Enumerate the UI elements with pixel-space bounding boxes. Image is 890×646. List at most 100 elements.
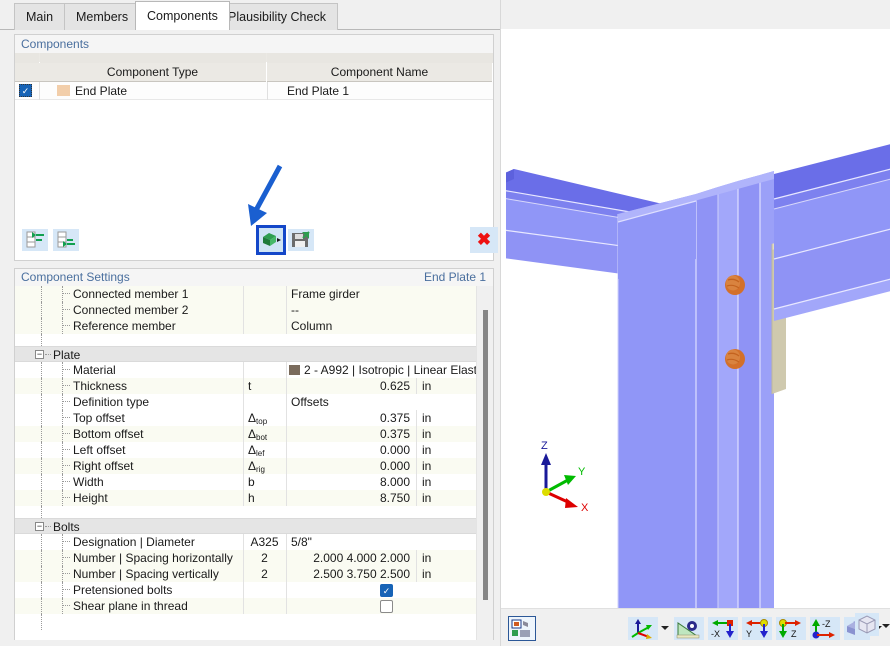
row-label: Top offset — [73, 411, 125, 425]
cell-component-name: End Plate 1 — [287, 84, 350, 98]
tree-row-shear-plane-in-thread[interactable]: Shear plane in thread — [15, 598, 478, 614]
row-value[interactable]: 0.375 — [286, 426, 415, 442]
axis-label-z: Z — [541, 440, 548, 452]
delete-icon[interactable]: ✖ — [470, 227, 498, 253]
component-color-swatch — [57, 85, 70, 96]
tree-row-material[interactable]: Material 2 - A992 | Isotropic | Linear E… — [15, 362, 478, 378]
row-value[interactable]: 5/8" — [286, 534, 312, 550]
export-component-icon[interactable] — [288, 229, 314, 251]
tree-row-top-offset[interactable]: Top offset Δtop 0.375 in — [15, 410, 478, 426]
tree-row-height[interactable]: Height h 8.750 in — [15, 490, 478, 506]
bolt-lower — [725, 349, 745, 369]
tree-row-reference-member[interactable]: Reference member Column — [15, 318, 478, 334]
chevron-down-icon[interactable] — [661, 626, 669, 630]
tab-plausibility-check[interactable]: Plausibility Check — [216, 3, 338, 30]
row-label: Pretensioned bolts — [73, 583, 173, 597]
column-header-component-name[interactable]: Component Name — [267, 63, 493, 82]
tab-components[interactable]: Components — [135, 1, 230, 30]
row-value[interactable]: Offsets — [286, 394, 329, 410]
viewport-toolbar: -X Y Z -Z — [501, 608, 890, 646]
row-unit: in — [422, 379, 432, 393]
coordinate-axes-indicator: Z Y X — [524, 437, 604, 517]
row-label: Number | Spacing horizontally — [73, 551, 233, 565]
scrollbar-thumb[interactable] — [483, 310, 488, 600]
table-row[interactable]: ✓ End Plate End Plate 1 — [15, 82, 493, 100]
row-label: Number | Spacing vertically — [73, 567, 219, 581]
pretensioned-bolts-checkbox[interactable]: ✓ — [380, 584, 393, 597]
collapse-icon[interactable]: − — [35, 350, 44, 359]
tree-row-connected-member-1[interactable]: Connected member 1 Frame girder — [15, 286, 478, 302]
row-label: Thickness — [73, 379, 128, 393]
row-label: Material — [73, 363, 116, 377]
row-value[interactable]: 2.500 3.750 2.500 — [286, 566, 415, 582]
application-window: Main Members Components Plausibility Che… — [0, 0, 890, 646]
tree-row-designation-diameter[interactable]: Designation | Diameter A325 5/8" — [15, 534, 478, 550]
tab-main[interactable]: Main — [14, 3, 66, 30]
tree-row-pretensioned-bolts[interactable]: Pretensioned bolts ✓ — [15, 582, 478, 598]
components-table-topband — [15, 53, 493, 63]
row-unit: in — [422, 443, 432, 457]
components-group-title: Components — [15, 35, 493, 53]
settings-subtitle-label: End Plate 1 — [423, 270, 486, 284]
wireframe-box-icon[interactable] — [855, 613, 879, 636]
tree-spacer — [15, 614, 478, 630]
tree-row-connected-member-2[interactable]: Connected member 2 -- — [15, 302, 478, 318]
left-panel: Main Members Components Plausibility Che… — [0, 0, 500, 646]
3d-model-canvas[interactable]: Z Y X — [506, 29, 890, 609]
row-label: Reference member — [73, 319, 176, 333]
tree-group-plate[interactable]: − Plate — [15, 346, 478, 362]
row-label: Shear plane in thread — [73, 599, 188, 613]
row-value[interactable]: 2.000 4.000 2.000 — [286, 550, 415, 566]
row-value[interactable]: 0.000 — [286, 458, 415, 474]
view-minus-z-icon[interactable]: -Z — [810, 617, 840, 640]
row-checkbox[interactable]: ✓ — [19, 84, 32, 97]
cell-component-type: End Plate — [75, 84, 128, 98]
row-label: Left offset — [73, 443, 126, 457]
chevron-down-icon[interactable] — [882, 624, 890, 628]
move-down-icon[interactable] — [53, 229, 79, 251]
tab-members[interactable]: Members — [64, 3, 141, 30]
settings-tree-scrollbar[interactable] — [476, 286, 493, 640]
row-count[interactable]: 2 — [243, 550, 286, 566]
row-value[interactable]: 0.625 — [286, 378, 415, 394]
import-component-icon[interactable] — [256, 225, 286, 255]
tree-spacer — [15, 334, 478, 350]
tree-spacer — [15, 506, 478, 522]
row-unit: in — [422, 411, 432, 425]
row-count[interactable]: 2 — [243, 566, 286, 582]
row-value[interactable]: 0.000 — [286, 442, 415, 458]
move-up-icon[interactable] — [22, 229, 48, 251]
svg-text:Y: Y — [746, 629, 752, 639]
row-value[interactable]: 8.000 — [286, 474, 415, 490]
row-label: Right offset — [73, 459, 134, 473]
shear-plane-in-thread-checkbox[interactable] — [380, 600, 393, 613]
tree-group-bolts[interactable]: − Bolts — [15, 518, 478, 534]
row-value: 2 - A992 | Isotropic | Linear Elastic — [304, 363, 478, 377]
tree-row-spacing-horizontally[interactable]: Number | Spacing horizontally 2 2.000 4.… — [15, 550, 478, 566]
view-z-icon[interactable]: Z — [776, 617, 806, 640]
view-y-icon[interactable]: Y — [742, 617, 772, 640]
row-unit: in — [422, 491, 432, 505]
tree-row-bottom-offset[interactable]: Bottom offset Δbot 0.375 in — [15, 426, 478, 442]
row-label: Width — [73, 475, 104, 489]
measure-icon[interactable] — [674, 617, 704, 640]
tree-row-right-offset[interactable]: Right offset Δrig 0.000 in — [15, 458, 478, 474]
tree-row-width[interactable]: Width b 8.000 in — [15, 474, 478, 490]
row-value[interactable]: 0.375 — [286, 410, 415, 426]
tree-row-left-offset[interactable]: Left offset Δlef 0.000 in — [15, 442, 478, 458]
row-label: Connected member 1 — [73, 287, 189, 301]
column-header-component-type[interactable]: Component Type — [39, 63, 267, 82]
coordinate-system-icon[interactable] — [628, 617, 658, 640]
row-count[interactable]: A325 — [243, 534, 286, 550]
collapse-icon[interactable]: − — [35, 522, 44, 531]
svg-text:Z: Z — [791, 629, 797, 639]
settings-tree[interactable]: Connected member 1 Frame girder Connecte… — [15, 286, 478, 640]
render-mode-icon[interactable] — [508, 616, 536, 641]
tree-row-spacing-vertically[interactable]: Number | Spacing vertically 2 2.500 3.75… — [15, 566, 478, 582]
tree-row-definition-type[interactable]: Definition type Offsets — [15, 394, 478, 410]
axis-label-x: X — [581, 502, 589, 514]
view-minus-x-icon[interactable]: -X — [708, 617, 738, 640]
tree-row-thickness[interactable]: Thickness t 0.625 in — [15, 378, 478, 394]
row-value[interactable]: 8.750 — [286, 490, 415, 506]
settings-title-label: Component Settings — [21, 270, 130, 284]
